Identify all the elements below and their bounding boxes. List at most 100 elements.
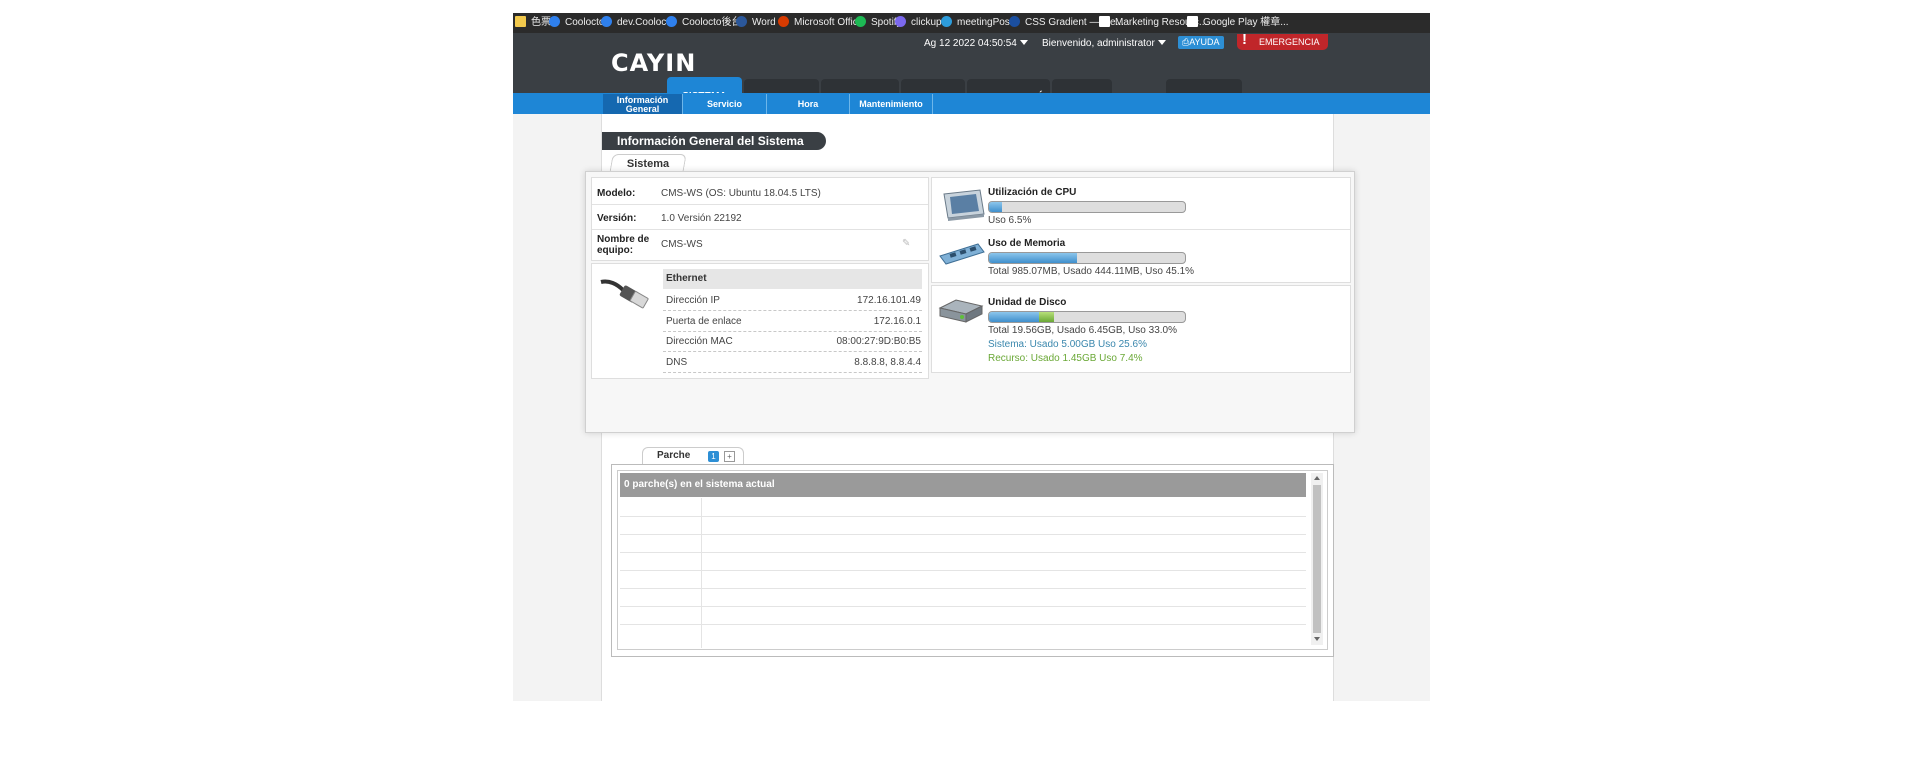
disk-resource-text: Recurso: Usado 1.45GB Uso 7.4% <box>988 353 1143 364</box>
dashed-divider <box>663 351 922 352</box>
device-name-value: CMS-WS <box>661 239 703 250</box>
subnav-label-line2: General <box>625 104 660 114</box>
cpu-usage-bar <box>988 201 1186 213</box>
disk-drive-icon <box>938 299 984 323</box>
model-value: CMS-WS (OS: Ubuntu 18.04.5 LTS) <box>661 188 821 199</box>
bookmark-item[interactable]: 色票 <box>515 16 551 30</box>
bookmark-label: Word <box>752 17 776 28</box>
patch-table-header: 0 parche(s) en el sistema actual <box>620 473 1306 497</box>
cpu-title: Utilización de CPU <box>988 187 1077 198</box>
cayin-logo: CAYIN <box>611 49 697 77</box>
subnav-servicio[interactable]: Servicio <box>683 94 767 114</box>
cpu-icon <box>943 189 985 221</box>
subnav-mantenimiento[interactable]: Mantenimiento <box>850 94 933 114</box>
coolocto-icon <box>666 16 677 27</box>
bookmark-item[interactable]: meetingPost+ <box>941 16 1018 30</box>
dns-value: 8.8.8.8, 8.8.4.4 <box>854 357 921 368</box>
exclamation-icon: ! <box>1242 31 1247 48</box>
cpu-usage-text: Uso 6.5% <box>988 215 1032 226</box>
memory-module-icon <box>939 243 985 265</box>
disk-system-fill <box>989 312 1039 322</box>
system-details-box: Modelo: CMS-WS (OS: Ubuntu 18.04.5 LTS) … <box>591 177 929 261</box>
bookmark-label: 色票 <box>531 17 551 28</box>
chevron-down-icon <box>1157 40 1166 45</box>
tab-parche-label: Parche <box>657 450 691 461</box>
user-menu[interactable]: Bienvenido, administrator <box>1042 38 1166 49</box>
disk-usage-bar <box>988 311 1186 323</box>
bookmark-item[interactable]: Word <box>736 16 776 30</box>
disk-resource-fill <box>1039 312 1054 322</box>
bookmark-item[interactable]: Google Play 權章... <box>1187 16 1289 30</box>
table-row <box>620 534 1306 535</box>
spotify-icon <box>855 16 866 27</box>
patch-table: 0 parche(s) en el sistema actual <box>617 470 1328 650</box>
folder-icon <box>515 16 526 27</box>
sub-navigation: Información General Servicio Hora Manten… <box>513 93 1430 114</box>
datetime-display[interactable]: Ag 12 2022 04:50:54 <box>924 38 1028 49</box>
dashed-divider <box>663 372 922 373</box>
memory-usage-fill <box>989 253 1077 263</box>
divider <box>592 204 928 205</box>
tab-parche[interactable]: Parche 1 + <box>642 447 744 465</box>
subnav-informacion-general[interactable]: Información General <box>603 94 683 114</box>
meetingpost-icon <box>941 16 952 27</box>
ethernet-box: Ethernet Dirección IP 172.16.101.49 Puer… <box>591 263 929 379</box>
gateway-label: Puerta de enlace <box>666 316 742 327</box>
office-icon <box>778 16 789 27</box>
emergency-button[interactable]: ! EMERGENCIA <box>1237 31 1328 50</box>
scrollbar-thumb[interactable] <box>1313 485 1321 633</box>
word-icon <box>736 16 747 27</box>
bookmark-label: Google Play 權章... <box>1203 17 1289 28</box>
bookmark-item[interactable]: clickup <box>895 16 942 30</box>
table-row <box>620 606 1306 607</box>
memory-usage-bar <box>988 252 1186 264</box>
device-name-label: Nombre de equipo: <box>597 234 649 256</box>
ip-label: Dirección IP <box>666 295 720 306</box>
subnav-hora[interactable]: Hora <box>767 94 850 114</box>
disk-system-text: Sistema: Usado 5.00GB Uso 25.6% <box>988 339 1147 350</box>
dns-label: DNS <box>666 357 688 368</box>
bookmark-label: Coolocto <box>565 17 605 28</box>
disk-total-text: Total 19.56GB, Usado 6.45GB, Uso 33.0% <box>988 325 1177 336</box>
coolocto-icon <box>601 16 612 27</box>
css-gradient-icon <box>1009 16 1020 27</box>
scroll-up-icon[interactable] <box>1314 476 1320 480</box>
bookmark-item[interactable]: dev.Coolocto <box>601 16 675 30</box>
bookmark-item[interactable]: Coolocto <box>549 16 604 30</box>
add-patch-icon[interactable]: + <box>724 451 735 462</box>
table-row <box>620 588 1306 589</box>
ethernet-header: Ethernet <box>663 269 922 289</box>
clickup-icon <box>895 16 906 27</box>
bookmark-label: clickup <box>911 17 942 28</box>
resource-usage-box: Utilización de CPU Uso 6.5% Uso de Memor… <box>931 177 1351 283</box>
chevron-down-icon <box>1019 40 1028 45</box>
memory-usage-text: Total 985.07MB, Usado 444.11MB, Uso 45.1… <box>988 266 1195 277</box>
model-label: Modelo: <box>597 188 636 199</box>
browser-frame: 色票 Coolocto dev.Coolocto Coolocto後台 Word Micr… <box>513 13 1430 701</box>
patch-count-badge: 1 <box>708 451 719 462</box>
header: CAYIN Ag 12 2022 04:50:54 Bienvenido, ad… <box>513 31 1430 113</box>
table-row <box>620 552 1306 553</box>
vertical-scrollbar[interactable] <box>1311 473 1323 645</box>
page-icon <box>1187 16 1198 27</box>
ethernet-title: Ethernet <box>666 273 707 284</box>
disk-title: Unidad de Disco <box>988 297 1067 308</box>
version-value: 1.0 Versión 22192 <box>661 213 742 224</box>
scroll-down-icon[interactable] <box>1314 637 1320 641</box>
page-title: Información General del Sistema <box>602 132 826 150</box>
bookmark-label: Microsoft Office <box>794 17 864 28</box>
welcome-text: Bienvenido, administrator <box>1042 38 1155 49</box>
patch-panel: 0 parche(s) en el sistema actual <box>611 464 1334 657</box>
edit-pencil-icon[interactable]: ✎ <box>902 238 910 249</box>
bookmark-item[interactable]: Coolocto後台 <box>666 16 741 30</box>
ip-value: 172.16.101.49 <box>857 295 921 306</box>
dashed-divider <box>663 331 922 332</box>
device-name-label-line2: equipo: <box>597 245 634 256</box>
table-row <box>620 624 1306 625</box>
bookmark-item[interactable]: Microsoft Office <box>778 16 863 30</box>
page-icon <box>1099 16 1110 27</box>
dashed-divider <box>663 310 922 311</box>
table-row <box>620 570 1306 571</box>
gateway-value: 172.16.0.1 <box>873 316 921 327</box>
help-button[interactable]: ⎙AYUDA <box>1178 36 1224 49</box>
